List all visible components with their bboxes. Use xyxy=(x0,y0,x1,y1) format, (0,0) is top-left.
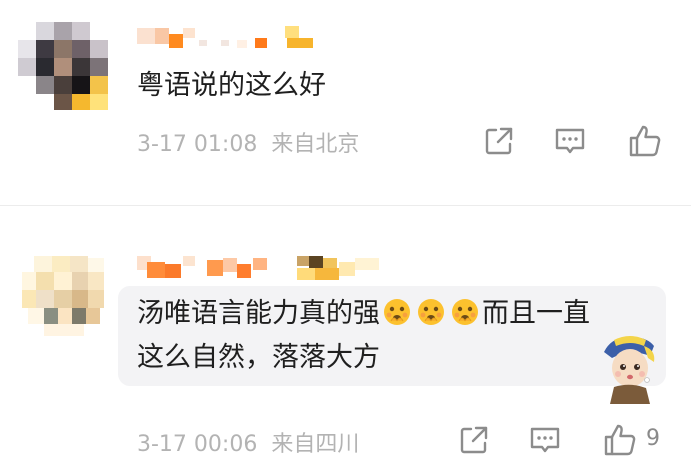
share-button[interactable] xyxy=(456,422,492,458)
comment-text: 粤语说的这么好 xyxy=(137,70,326,101)
pixelated-avatar-image xyxy=(18,18,110,110)
share-button[interactable] xyxy=(481,123,517,159)
reply-button[interactable] xyxy=(527,422,563,458)
like-count: 9 xyxy=(646,426,660,451)
username-obscured[interactable] xyxy=(137,252,397,280)
comment-text-part: 汤唯语言能力真的强 xyxy=(137,298,380,329)
comment-text: 汤唯语言能力真的强 而且一直这么自然，落落大方 xyxy=(137,292,657,380)
like-button[interactable] xyxy=(602,422,638,458)
comment-icon xyxy=(530,427,560,453)
comment-meta: 3-17 00:06 来自四川 xyxy=(137,426,359,458)
comment-time: 3-17 01:08 xyxy=(137,132,258,157)
thumbs-up-icon xyxy=(604,424,636,456)
pixelated-username xyxy=(137,256,379,280)
share-icon xyxy=(460,426,488,454)
comment-time: 3-17 00:06 xyxy=(137,432,258,457)
girl-with-pearl-earring-sticker xyxy=(594,332,666,404)
avatar[interactable] xyxy=(18,250,110,342)
avatar[interactable] xyxy=(18,18,110,110)
comment-text-part: 而且一直 xyxy=(482,298,590,329)
comment-location: 来自北京 xyxy=(271,132,360,157)
comment-icon xyxy=(555,128,585,154)
flushed-face-emoji xyxy=(416,297,446,327)
comment-location: 来自四川 xyxy=(271,432,360,457)
like-button[interactable] xyxy=(627,123,663,159)
pixelated-avatar-image xyxy=(18,250,110,342)
divider xyxy=(0,205,691,206)
flushed-face-emoji xyxy=(382,297,412,327)
comment-item: 粤语说的这么好 3-17 01:08 来自北京 xyxy=(0,0,691,198)
username-obscured[interactable] xyxy=(137,22,317,50)
reply-button[interactable] xyxy=(552,123,588,159)
share-icon xyxy=(485,127,513,155)
thumbs-up-icon xyxy=(629,125,661,157)
pixelated-username xyxy=(137,26,313,48)
flushed-face-emoji xyxy=(450,297,480,327)
comment-item: 汤唯语言能力真的强 而且一直这么自然，落落大方 3-17 00:06 来自四川 xyxy=(0,222,691,476)
comment-text-line: 这么自然，落落大方 xyxy=(137,342,380,373)
comment-meta: 3-17 01:08 来自北京 xyxy=(137,126,359,158)
